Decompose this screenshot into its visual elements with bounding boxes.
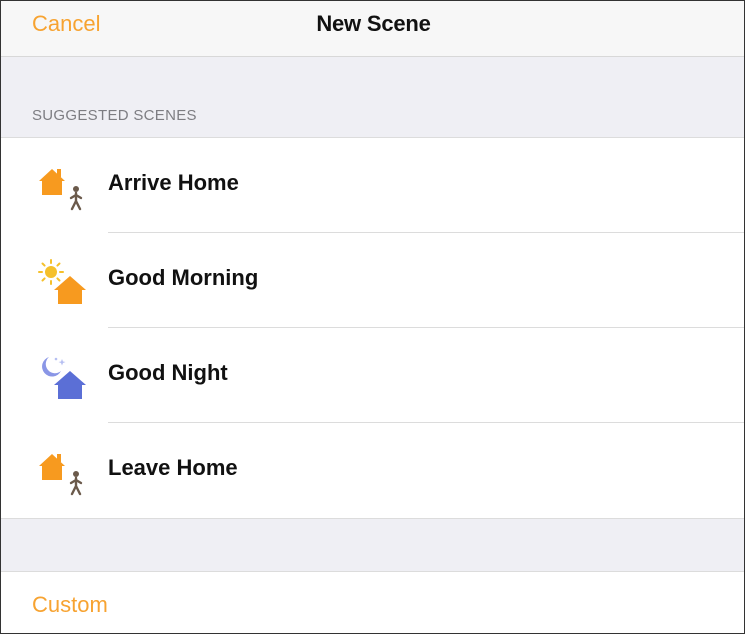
arrive-home-icon: [35, 163, 91, 211]
good-night-icon: [35, 353, 91, 401]
custom-scene-button[interactable]: Custom: [32, 592, 108, 618]
suggested-scenes-list: Arrive Home Good Morning Good Night Leav…: [1, 137, 744, 519]
scene-row-arrive-home[interactable]: Arrive Home: [1, 138, 744, 233]
section-header-suggested-scenes: SUGGESTED SCENES: [32, 107, 197, 124]
scene-row-good-night[interactable]: Good Night: [1, 328, 744, 423]
scene-row-leave-home[interactable]: Leave Home: [1, 423, 744, 518]
page-title: New Scene: [316, 11, 431, 36]
scene-label: Good Night: [108, 360, 228, 385]
leave-home-icon: [35, 448, 91, 496]
good-morning-icon: [35, 258, 91, 306]
custom-scene-group: Custom: [1, 571, 744, 633]
scene-row-good-morning[interactable]: Good Morning: [1, 233, 744, 328]
scene-label: Arrive Home: [108, 170, 239, 195]
navigation-bar: Cancel New Scene: [1, 1, 744, 57]
scene-label: Good Morning: [108, 265, 259, 290]
scene-label: Leave Home: [108, 455, 238, 480]
new-scene-screen: Cancel New Scene SUGGESTED SCENES Arrive…: [0, 0, 745, 634]
